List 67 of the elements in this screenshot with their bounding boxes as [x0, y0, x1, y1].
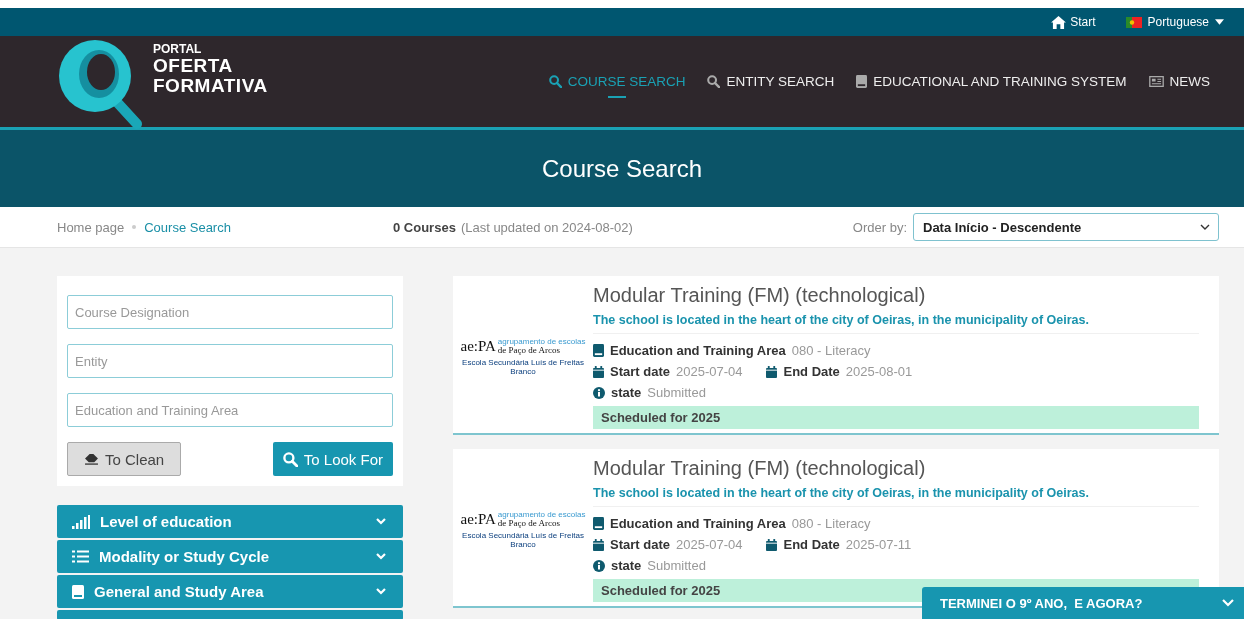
chevron-icon	[376, 588, 386, 595]
field-label: state	[611, 385, 642, 400]
field-value: 080 - Literacy	[791, 516, 871, 531]
breadcrumb-link[interactable]: Home page	[57, 219, 125, 235]
info-icon	[593, 559, 605, 572]
book-icon	[593, 517, 604, 530]
calendar-icon	[766, 365, 778, 378]
field-value: 2025-08-01	[845, 364, 913, 379]
update-note: (Last updated on 2024-08-02)	[460, 219, 633, 235]
caret-icon	[1215, 19, 1224, 25]
nav-link[interactable]: EDUCATIONAL AND TRAINING SYSTEM	[856, 74, 1127, 89]
nav-link[interactable]: ENTITY SEARCH	[707, 74, 835, 89]
field-value: 080 - Literacy	[791, 343, 871, 358]
course-title[interactable]: Modular Training (FM) (technological)	[593, 284, 1199, 307]
home-link[interactable]: Start	[1051, 15, 1096, 29]
field-label: Education and Training Area	[610, 516, 786, 531]
info-icon	[593, 386, 605, 399]
logo-text: PORTAL	[153, 41, 203, 56]
field-value: 2025-07-11	[845, 537, 912, 552]
order-label: Order by:	[852, 219, 907, 235]
field-value: 2025-07-04	[675, 537, 743, 552]
field-label: Start date	[610, 537, 670, 552]
logo-text: FORMATIVA	[153, 75, 268, 96]
calendar-icon	[593, 365, 604, 378]
field-label: state	[611, 558, 642, 573]
order-dropdown[interactable]: Data Início - Descendente	[913, 213, 1219, 241]
clear-button[interactable]: To Clean	[67, 442, 182, 476]
language-menu[interactable]: Portuguese	[1125, 15, 1224, 29]
course-title[interactable]: Modular Training (FM) (technological)	[593, 457, 1199, 480]
calendar-icon	[766, 538, 778, 551]
chevron-icon	[1222, 599, 1234, 607]
search-icon	[548, 75, 562, 88]
page-title: Course Search	[541, 154, 703, 183]
search-icon	[707, 75, 721, 88]
breadcrumb-separator	[132, 225, 137, 229]
breadcrumb-link[interactable]: Course Search	[144, 219, 231, 235]
filter-accordion-header[interactable]	[57, 610, 403, 619]
course-description: The school is located in the heart of the city of Oeiras, in the municipality of Oeiras.	[593, 313, 1199, 334]
house-icon	[1051, 15, 1067, 29]
schedule-banner: Scheduled for 2025	[593, 406, 1199, 429]
book-icon	[593, 344, 604, 357]
chevron-icon	[376, 553, 386, 560]
input-field[interactable]: Course Designation	[67, 295, 393, 329]
input-field[interactable]: Education and Training Area	[67, 393, 393, 427]
chevron-icon	[376, 518, 386, 525]
eraser-icon	[84, 453, 99, 465]
field-label: Start date	[610, 364, 670, 379]
newspaper-icon	[1148, 76, 1164, 87]
flag-icon	[1125, 16, 1142, 28]
field-value: Submitted	[647, 385, 706, 400]
logo-text: OFERTA	[153, 55, 234, 76]
search-icon	[282, 451, 298, 467]
field-value: 2025-07-04	[675, 364, 743, 379]
result-count: 0 Courses	[393, 219, 456, 235]
field-label: Education and Training Area	[610, 343, 786, 358]
nav-link[interactable]: NEWS	[1148, 74, 1210, 89]
field-label: End Date	[783, 537, 840, 552]
course-description: The school is located in the heart of the city of Oeiras, in the municipality of Oeiras.	[593, 486, 1199, 507]
field-value: Submitted	[647, 558, 706, 573]
field-label: End Date	[783, 364, 840, 379]
calendar-icon	[593, 538, 604, 551]
book-icon	[72, 584, 84, 599]
chevron-icon	[1200, 224, 1210, 230]
signal-bars-icon	[72, 514, 90, 529]
input-field[interactable]: Entity	[67, 344, 393, 378]
list-icon	[72, 550, 89, 563]
book-icon	[856, 75, 868, 88]
